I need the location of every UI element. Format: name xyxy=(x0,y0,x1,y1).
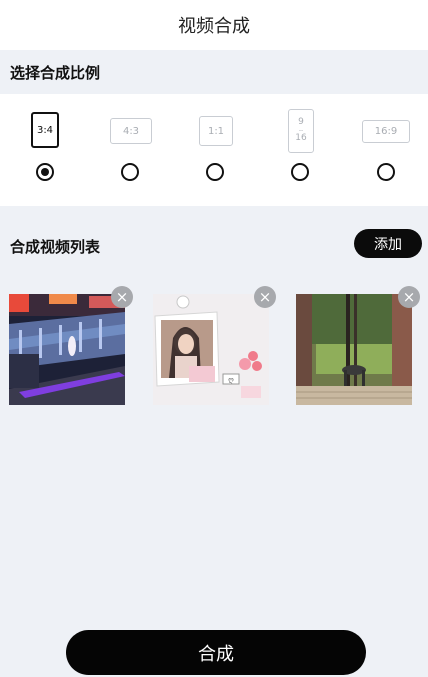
ratio-9-16-radio[interactable] xyxy=(291,163,309,181)
girl-photo-frame-thumbnail: ღ xyxy=(153,294,269,405)
ratio-1-1-option[interactable]: 1:1 xyxy=(199,116,233,146)
ratio-9-16-option[interactable]: 9 -- 16 xyxy=(288,109,314,153)
ratio-9-16-bottom: 16 xyxy=(295,133,307,144)
remove-video-3-icon[interactable]: × xyxy=(398,286,420,308)
page-title: 视频合成 xyxy=(178,16,250,37)
video-list-title: 合成视频列表 xyxy=(10,238,101,256)
balcony-garden-thumbnail xyxy=(296,294,412,405)
ratio-1-1-radio[interactable] xyxy=(206,163,224,181)
ratio-1-1-label: 1:1 xyxy=(207,125,225,137)
ratio-4-3-radio[interactable] xyxy=(121,163,139,181)
ratio-3-4-option[interactable]: 3:4 xyxy=(31,112,59,148)
top-header: 视频合成 xyxy=(0,0,428,50)
remove-video-1-icon[interactable]: × xyxy=(111,286,133,308)
ratio-3-4-radio[interactable] xyxy=(36,163,54,181)
video-thumbnail-1[interactable] xyxy=(9,294,125,405)
video-thumbnail-2[interactable]: ღ xyxy=(153,294,269,405)
remove-video-2-icon[interactable]: × xyxy=(254,286,276,308)
ratio-16-9-radio[interactable] xyxy=(377,163,395,181)
ratio-section-label: 选择合成比例 xyxy=(0,50,428,94)
ratio-4-3-option[interactable]: 4:3 xyxy=(110,118,152,144)
ratio-4-3-label: 4:3 xyxy=(122,125,140,137)
svg-text:ღ: ღ xyxy=(228,377,234,384)
concert-stage-thumbnail xyxy=(9,294,125,405)
compose-button[interactable]: 合成 xyxy=(66,630,366,675)
ratio-16-9-option[interactable]: 16:9 xyxy=(362,120,410,143)
ratio-3-4-label: 3:4 xyxy=(36,124,54,136)
video-thumbnail-3[interactable] xyxy=(296,294,412,405)
ratio-options-panel: 3:4 4:3 1:1 9 -- 16 16:9 xyxy=(0,94,428,206)
ratio-16-9-label: 16:9 xyxy=(374,126,398,137)
add-video-button[interactable]: 添加 xyxy=(354,229,422,258)
